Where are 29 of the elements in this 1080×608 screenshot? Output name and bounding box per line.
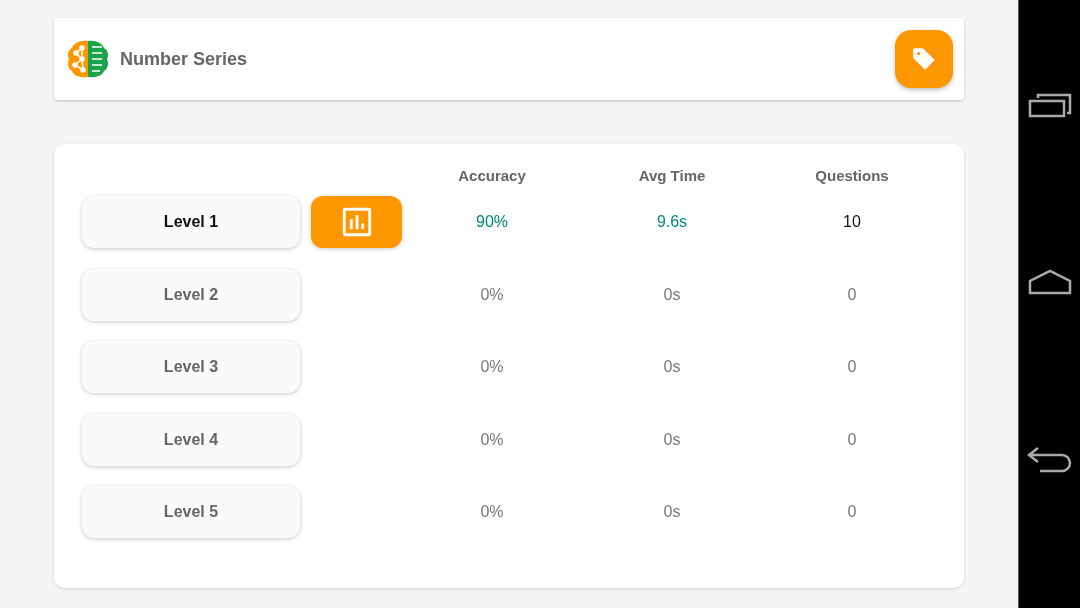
questions-value: 0 xyxy=(847,358,857,377)
column-header: Avg Time xyxy=(638,166,706,184)
tag-icon xyxy=(911,46,937,72)
questions-value: 10 xyxy=(843,213,861,232)
recent-apps-icon[interactable] xyxy=(1027,93,1072,119)
questions-value: 0 xyxy=(847,430,857,449)
level-button[interactable]: Level 3 xyxy=(82,341,300,394)
back-icon[interactable] xyxy=(1025,445,1074,473)
questions-value: 0 xyxy=(847,503,857,522)
column-header: Questions xyxy=(815,166,889,184)
accuracy-value: 0% xyxy=(480,430,504,449)
avg-time-value: 9.6s xyxy=(656,213,688,232)
accuracy-value: 0% xyxy=(480,285,504,304)
avg-time-value: 0s xyxy=(663,358,681,377)
accuracy-value: 90% xyxy=(476,213,508,232)
level-button[interactable]: Level 1 xyxy=(82,196,300,249)
accuracy-value: 0% xyxy=(480,358,504,377)
avg-time-value: 0s xyxy=(663,430,681,449)
brain-icon xyxy=(66,39,110,79)
app-title: Number Series xyxy=(120,48,249,70)
home-icon[interactable] xyxy=(1027,269,1072,295)
level-button[interactable]: Level 2 xyxy=(82,268,300,321)
level-button[interactable]: Level 4 xyxy=(82,413,300,466)
level-button[interactable]: Level 5 xyxy=(82,486,300,539)
questions-value: 0 xyxy=(847,285,857,304)
avg-time-value: 0s xyxy=(663,503,681,522)
avg-time-value: 0s xyxy=(663,285,681,304)
column-header: Accuracy xyxy=(458,166,526,184)
accuracy-value: 0% xyxy=(480,503,504,522)
